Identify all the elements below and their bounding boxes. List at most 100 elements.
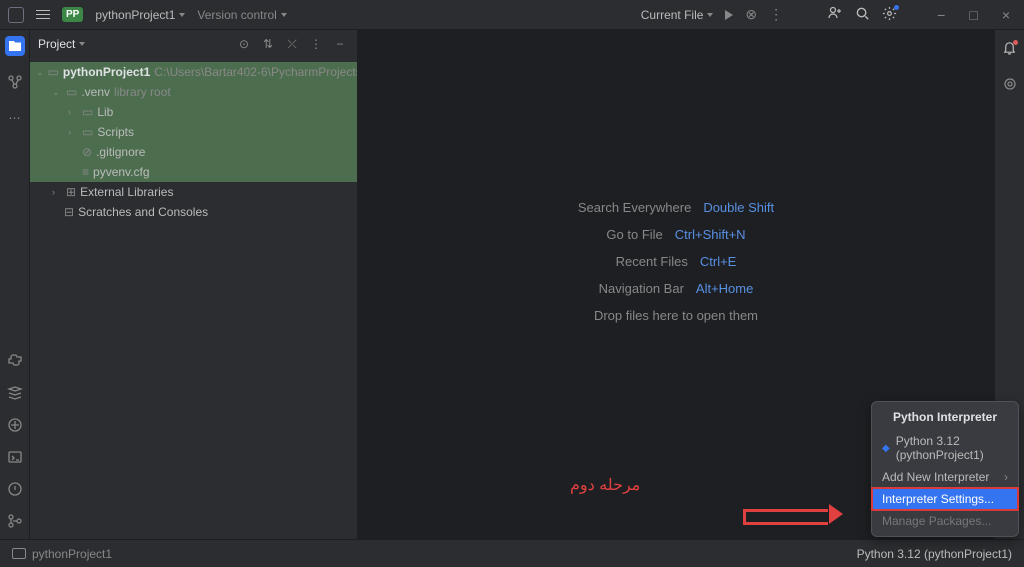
app-logo-icon[interactable] [8,7,24,23]
run-config-dropdown[interactable]: Current File [641,8,714,22]
popup-item-label: Add New Interpreter [882,470,989,484]
tree-node-venv[interactable]: ⌄ ▭ .venv library root [30,82,357,102]
tree-node-scratches[interactable]: ⊟ Scratches and Consoles [30,202,357,222]
interpreter-popup: Python Interpreter ◆ Python 3.12 (python… [871,401,1019,537]
main-menu-icon[interactable] [36,10,50,20]
ai-assistant-icon[interactable] [1000,74,1020,94]
window-close-button[interactable]: × [996,7,1016,23]
tree-node-label: pyvenv.cfg [93,165,149,179]
hint-shortcut[interactable]: Double Shift [703,200,774,215]
tree-node-lib[interactable]: › ▭ Lib [30,102,357,122]
file-icon: ⊘ [82,145,92,159]
statusbar: pythonProject1 Python 3.12 (pythonProjec… [0,539,1024,567]
more-tools-button[interactable]: ⋯ [5,108,25,128]
tree-node-label: External Libraries [80,185,173,199]
popup-item-label: Manage Packages... [882,514,991,528]
project-dropdown[interactable]: pythonProject1 [95,8,185,22]
popup-item-manage-packages[interactable]: Manage Packages... [872,510,1018,532]
project-panel: Project ⊙ ⇅ ⤫ ⋮ − ⌄ ▭ pythonProject1 C:\… [30,30,358,539]
project-name-label: pythonProject1 [95,8,175,22]
expander-closed-icon[interactable]: › [52,187,62,197]
services-button[interactable] [5,383,25,403]
titlebar: PP pythonProject1 Version control Curren… [0,0,1024,30]
code-with-me-icon[interactable] [827,5,843,24]
problems-button[interactable] [5,479,25,499]
python-packages-button[interactable] [5,415,25,435]
window-minimize-button[interactable]: − [931,7,951,23]
hint-shortcut[interactable]: Ctrl+E [700,254,736,269]
module-icon [12,548,26,559]
popup-item-label: Interpreter Settings... [882,492,994,506]
hint-label: Go to File [606,227,662,242]
tree-node-label: Scripts [97,125,134,139]
libraries-icon: ⊞ [66,185,76,199]
run-config-label: Current File [641,8,704,22]
hint-shortcut[interactable]: Alt+Home [696,281,753,296]
vcs-label: Version control [197,8,276,22]
popup-item-current-interpreter[interactable]: ◆ Python 3.12 (pythonProject1) [872,430,1018,466]
run-icon[interactable] [725,10,733,20]
project-tool-button[interactable] [5,36,25,56]
chevron-down-icon [179,13,185,17]
folder-icon: ▭ [82,105,93,119]
hint-label: Search Everywhere [578,200,691,215]
folder-icon: ▭ [48,65,59,79]
more-actions-icon[interactable]: ⋮ [769,6,783,23]
scratches-icon: ⊟ [64,205,74,219]
tree-node-root[interactable]: ⌄ ▭ pythonProject1 C:\Users\Bartar402-6\… [30,62,357,82]
tree-node-scripts[interactable]: › ▭ Scripts [30,122,357,142]
tree-node-label: pythonProject1 [63,65,150,79]
project-panel-header: Project ⊙ ⇅ ⤫ ⋮ − [30,30,357,58]
tree-node-gitignore[interactable]: ⊘ .gitignore [30,142,357,162]
vcs-dropdown[interactable]: Version control [197,8,286,22]
collapse-all-icon[interactable]: ⤫ [283,37,301,52]
hide-panel-icon[interactable]: − [331,37,349,51]
tree-node-tag: library root [114,85,171,99]
folder-icon: ▭ [66,85,77,99]
version-control-button[interactable] [5,511,25,531]
chevron-down-icon [707,13,713,17]
project-tree: ⌄ ▭ pythonProject1 C:\Users\Bartar402-6\… [30,58,357,226]
expand-all-icon[interactable]: ⇅ [259,37,277,51]
panel-options-icon[interactable]: ⋮ [307,37,325,51]
left-tool-rail: ⋯ [0,30,30,539]
statusbar-breadcrumb[interactable]: pythonProject1 [32,547,112,561]
annotation-text: مرحله دوم [570,475,640,495]
hint-recent-files: Recent Files Ctrl+E [616,254,737,269]
expander-closed-icon[interactable]: › [68,107,78,117]
hint-shortcut[interactable]: Ctrl+Shift+N [675,227,746,242]
tree-node-ext-libraries[interactable]: › ⊞ External Libraries [30,182,357,202]
expander-closed-icon[interactable]: › [68,127,78,137]
tree-node-label: .gitignore [96,145,145,159]
python-console-button[interactable] [5,351,25,371]
terminal-button[interactable] [5,447,25,467]
popup-title: Python Interpreter [872,406,1018,430]
settings-icon[interactable] [882,6,897,24]
debug-icon[interactable]: ⊗ [745,6,757,23]
popup-item-label: Python 3.12 (pythonProject1) [896,434,1008,462]
folder-icon: ▭ [82,125,93,139]
hint-drop-files: Drop files here to open them [594,308,758,323]
hint-label: Recent Files [616,254,688,269]
tree-node-path: C:\Users\Bartar402-6\PycharmProjects\pyt… [154,65,357,79]
select-opened-file-icon[interactable]: ⊙ [235,37,253,51]
expander-open-icon[interactable]: ⌄ [36,67,44,78]
statusbar-interpreter[interactable]: Python 3.12 (pythonProject1) [857,547,1012,561]
popup-item-add-interpreter[interactable]: Add New Interpreter [872,466,1018,488]
search-icon[interactable] [855,6,870,24]
chevron-down-icon [281,13,287,17]
hint-navigation-bar: Navigation Bar Alt+Home [599,281,754,296]
file-icon: ≡ [82,165,89,179]
tree-node-label: .venv [81,85,110,99]
hint-search-everywhere: Search Everywhere Double Shift [578,200,774,215]
structure-tool-button[interactable] [5,72,25,92]
project-panel-title[interactable]: Project [38,37,229,51]
tree-node-label: Lib [97,105,113,119]
hint-label: Navigation Bar [599,281,684,296]
window-maximize-button[interactable]: □ [963,7,983,23]
expander-open-icon[interactable]: ⌄ [52,87,62,98]
annotation-arrow [743,506,839,522]
tree-node-pyvenv[interactable]: ≡ pyvenv.cfg [30,162,357,182]
popup-item-interpreter-settings[interactable]: Interpreter Settings... [872,488,1018,510]
notifications-icon[interactable] [1002,40,1017,58]
